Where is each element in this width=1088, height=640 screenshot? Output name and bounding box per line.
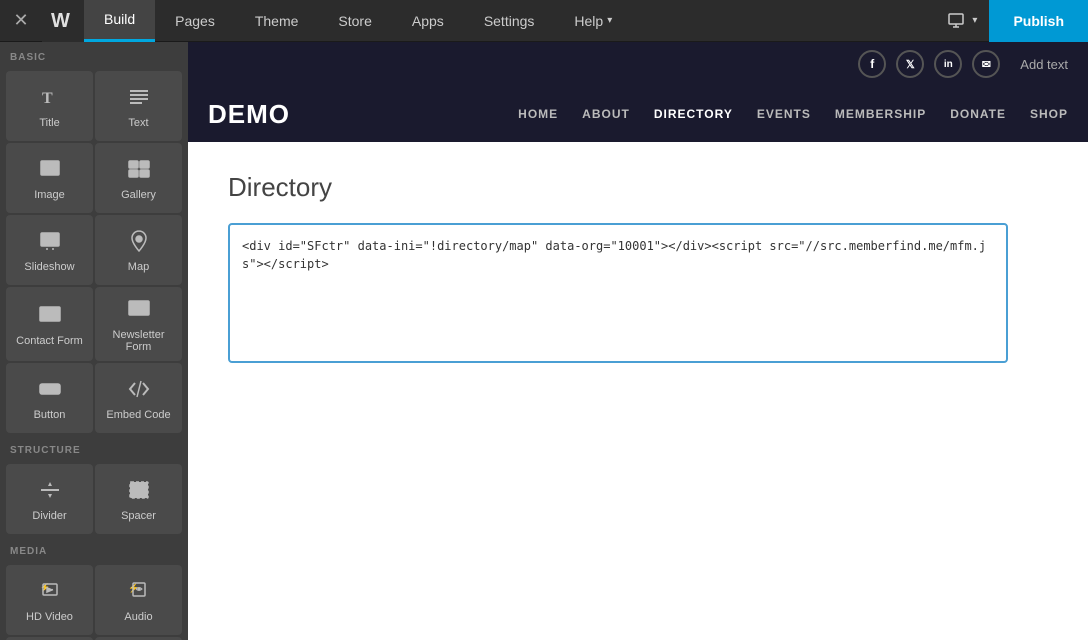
sidebar-item-label: Gallery — [121, 189, 156, 201]
sidebar-item-label: Divider — [32, 510, 66, 522]
sidebar-item-label: Button — [34, 409, 66, 421]
title-icon: T — [38, 85, 62, 113]
sidebar-item-contact-form[interactable]: Contact Form — [6, 287, 93, 361]
structure-grid: Divider Spacer — [0, 462, 188, 536]
site-nav: DEMO HOME ABOUT DIRECTORY EVENTS MEMBERS… — [188, 86, 1088, 142]
publish-button[interactable]: Publish — [989, 0, 1088, 42]
site-nav-donate[interactable]: DONATE — [950, 107, 1006, 121]
sidebar-item-divider[interactable]: Divider — [6, 464, 93, 534]
sidebar-item-map[interactable]: Map — [95, 215, 182, 285]
embed-code-icon — [127, 377, 151, 405]
section-label-basic: BASIC — [0, 42, 188, 69]
help-dropdown-icon: ▾ — [607, 15, 612, 26]
top-nav: ✕ W Build Pages Theme Store Apps Setting… — [0, 0, 1088, 42]
sidebar-item-label: Map — [128, 261, 149, 273]
nav-items: Build Pages Theme Store Apps Settings He… — [84, 0, 632, 42]
gallery-icon — [127, 157, 151, 185]
newsletter-form-icon — [127, 297, 151, 325]
facebook-icon[interactable]: f — [858, 50, 886, 78]
sidebar-item-button[interactable]: Button — [6, 363, 93, 433]
close-button[interactable]: ✕ — [0, 0, 42, 42]
nav-help[interactable]: Help ▾ — [554, 0, 632, 42]
sidebar-item-title[interactable]: T Title — [6, 71, 93, 141]
sidebar: BASIC T Title Text Image — [0, 42, 188, 640]
sidebar-item-spacer[interactable]: Spacer — [95, 464, 182, 534]
sidebar-item-label: Audio — [124, 611, 152, 623]
linkedin-icon[interactable]: in — [934, 50, 962, 78]
button-icon — [38, 377, 62, 405]
sidebar-item-hd-video[interactable]: ⚡ HD Video — [6, 565, 93, 635]
site-nav-events[interactable]: EVENTS — [757, 107, 811, 121]
slideshow-icon — [38, 229, 62, 257]
site-header-bar: f 𝕏 in ✉ Add text — [188, 42, 1088, 86]
sidebar-item-label: Title — [39, 117, 59, 129]
embed-code-widget[interactable]: <div id="SFctr" data-ini="!directory/map… — [228, 223, 1008, 363]
twitter-icon[interactable]: 𝕏 — [896, 50, 924, 78]
nav-build[interactable]: Build — [84, 0, 155, 42]
sidebar-item-label: HD Video — [26, 611, 73, 623]
image-icon — [38, 157, 62, 185]
page-content: Directory <div id="SFctr" data-ini="!dir… — [188, 142, 1088, 393]
nav-apps[interactable]: Apps — [392, 0, 464, 42]
site-logo: DEMO — [208, 99, 290, 130]
basic-grid: T Title Text Image Gallery — [0, 69, 188, 435]
site-nav-membership[interactable]: MEMBERSHIP — [835, 107, 926, 121]
spacer-icon — [127, 478, 151, 506]
sidebar-item-text[interactable]: Text — [95, 71, 182, 141]
site-nav-home[interactable]: HOME — [518, 107, 558, 121]
sidebar-item-gallery[interactable]: Gallery — [95, 143, 182, 213]
sidebar-item-label: Text — [128, 117, 148, 129]
hd-video-icon: ⚡ — [38, 579, 62, 607]
site-nav-about[interactable]: ABOUT — [582, 107, 630, 121]
sidebar-item-label: Newsletter Form — [101, 329, 176, 353]
website-preview: f 𝕏 in ✉ Add text DEMO HOME ABOUT DIRECT… — [188, 42, 1088, 640]
site-nav-directory[interactable]: DIRECTORY — [654, 107, 733, 121]
device-toggle[interactable]: ▾ — [936, 13, 989, 29]
divider-icon — [38, 478, 62, 506]
sidebar-item-label: Embed Code — [106, 409, 170, 421]
device-dropdown-icon: ▾ — [972, 15, 977, 26]
nav-settings[interactable]: Settings — [464, 0, 555, 42]
nav-store[interactable]: Store — [318, 0, 391, 42]
site-nav-shop[interactable]: SHOP — [1030, 107, 1068, 121]
weebly-logo-text: W — [49, 7, 77, 34]
sidebar-item-audio[interactable]: ⚡ Audio — [95, 565, 182, 635]
embed-code-content: <div id="SFctr" data-ini="!directory/map… — [242, 239, 986, 271]
sidebar-item-label: Image — [34, 189, 65, 201]
media-grid: ⚡ HD Video ⚡ Audio — [0, 563, 188, 640]
section-label-media: MEDIA — [0, 536, 188, 563]
nav-pages[interactable]: Pages — [155, 0, 235, 42]
sidebar-item-embed-code[interactable]: Embed Code — [95, 363, 182, 433]
site-nav-items: HOME ABOUT DIRECTORY EVENTS MEMBERSHIP D… — [518, 107, 1068, 121]
svg-text:T: T — [42, 90, 53, 107]
sidebar-item-label: Spacer — [121, 510, 156, 522]
map-icon — [127, 229, 151, 257]
nav-theme[interactable]: Theme — [235, 0, 319, 42]
contact-form-icon — [38, 303, 62, 331]
sidebar-item-image[interactable]: Image — [6, 143, 93, 213]
page-title: Directory — [228, 172, 1048, 203]
text-icon — [127, 85, 151, 113]
main-layout: BASIC T Title Text Image — [0, 42, 1088, 640]
logo: W — [42, 0, 84, 42]
sidebar-item-label: Slideshow — [24, 261, 74, 273]
add-text-button[interactable]: Add text — [1020, 57, 1068, 72]
sidebar-item-label: Contact Form — [16, 335, 83, 347]
sidebar-item-newsletter-form[interactable]: Newsletter Form — [95, 287, 182, 361]
canvas: f 𝕏 in ✉ Add text DEMO HOME ABOUT DIRECT… — [188, 42, 1088, 640]
audio-icon: ⚡ — [127, 579, 151, 607]
email-icon[interactable]: ✉ — [972, 50, 1000, 78]
svg-text:W: W — [51, 10, 70, 31]
sidebar-item-slideshow[interactable]: Slideshow — [6, 215, 93, 285]
section-label-structure: STRUCTURE — [0, 435, 188, 462]
